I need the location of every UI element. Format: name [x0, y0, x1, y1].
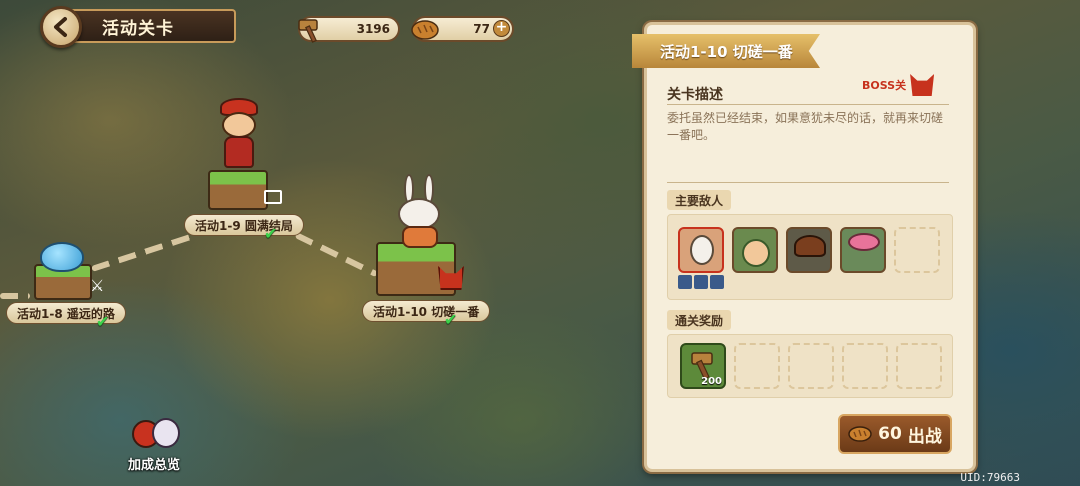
reward-slot[interactable]: 200	[680, 343, 726, 389]
boss-tag-label: BOSS关	[862, 79, 907, 92]
user-id: UID:79663	[960, 471, 1020, 484]
stage-node-1-8[interactable]: ⚔ 活动1-8 遥远的路 ✔	[6, 238, 126, 331]
description-divider	[667, 182, 949, 183]
flower-goblin-enemy-icon	[848, 233, 880, 251]
reward-count: 200	[701, 376, 722, 387]
boss-tag: BOSS关	[862, 74, 935, 96]
stage-title-ribbon: 活动1-10 切磋一番	[632, 34, 820, 68]
rewards-row: 200	[667, 334, 953, 398]
trait-icon	[710, 275, 724, 289]
enemy-slot[interactable]	[840, 227, 886, 273]
rewards-heading: 通关奖励	[667, 310, 732, 330]
stage-node-1-10[interactable]: 活动1-10 切磋一番 ✔	[362, 172, 491, 332]
stage-node-1-9[interactable]: 活动1-9 圆满结局 ✔	[184, 96, 304, 246]
enemies-heading: 主要敌人	[667, 190, 732, 210]
stage-name: 活动1-10 切磋一番	[373, 304, 480, 319]
bread-icon	[411, 20, 439, 40]
stage-name: 活动1-9 圆满结局	[195, 218, 293, 233]
back-arrow-icon	[54, 17, 67, 37]
cleared-check-icon: ✔	[444, 310, 458, 329]
back-button[interactable]	[40, 6, 82, 48]
enemy-slot[interactable]	[786, 227, 832, 273]
rabbit-boss-icon	[392, 174, 448, 248]
enemy-traits	[678, 275, 724, 289]
empty-reward-slot	[788, 343, 834, 389]
bonus-overview-button[interactable]: 加成总览	[126, 414, 190, 476]
mushroom-enemy-icon	[794, 235, 826, 257]
trait-icon	[694, 275, 708, 289]
red-hat-girl-icon	[212, 98, 266, 170]
stage-label: 活动1-10 切磋一番	[362, 300, 491, 322]
hero-avatars-icon	[132, 416, 180, 454]
stage-label: 活动1-9 圆满结局	[184, 214, 304, 236]
bread-icon	[848, 426, 872, 442]
bread-resource: 77 +	[411, 16, 514, 42]
add-bread-button[interactable]: +	[493, 20, 510, 37]
rabbit-enemy-icon	[690, 235, 714, 265]
bonus-overview-label: 加成总览	[128, 458, 181, 473]
empty-enemy-slot	[894, 227, 940, 273]
page-title: 活动关卡	[102, 18, 174, 39]
heading-divider	[667, 104, 949, 105]
fight-cost: 60	[878, 424, 902, 444]
enemies-row	[667, 214, 953, 300]
empty-reward-slot	[734, 343, 780, 389]
crossed-swords-icon: ⚔	[90, 276, 105, 295]
enemy-slot[interactable]	[678, 227, 724, 273]
boss-demon-icon	[910, 74, 935, 96]
empty-reward-slot	[842, 343, 888, 389]
page-title-plate: 活动关卡	[66, 9, 236, 43]
slime-icon	[40, 242, 84, 272]
fight-label: 出战	[907, 426, 942, 447]
bread-count: 77	[473, 22, 490, 36]
hammer-count: 3196	[356, 22, 390, 36]
hammer-icon	[298, 19, 318, 43]
cleared-check-icon: ✔	[264, 224, 278, 243]
fight-button[interactable]: 60 出战	[838, 414, 952, 454]
trait-icon	[678, 275, 692, 289]
cleared-check-icon: ✔	[96, 312, 110, 331]
grass-block	[208, 170, 268, 210]
stage-description: 委托虽然已经结束，如果意犹未尽的话，就再来切磋一番吧。	[667, 111, 944, 142]
sprout-enemy-icon	[742, 239, 770, 267]
book-icon	[264, 190, 282, 204]
hammer-resource: 3196	[298, 16, 400, 43]
empty-reward-slot	[896, 343, 942, 389]
stage-title: 活动1-10 切磋一番	[660, 42, 793, 61]
enemy-slot[interactable]	[732, 227, 778, 273]
description-heading: 关卡描述	[667, 87, 723, 103]
